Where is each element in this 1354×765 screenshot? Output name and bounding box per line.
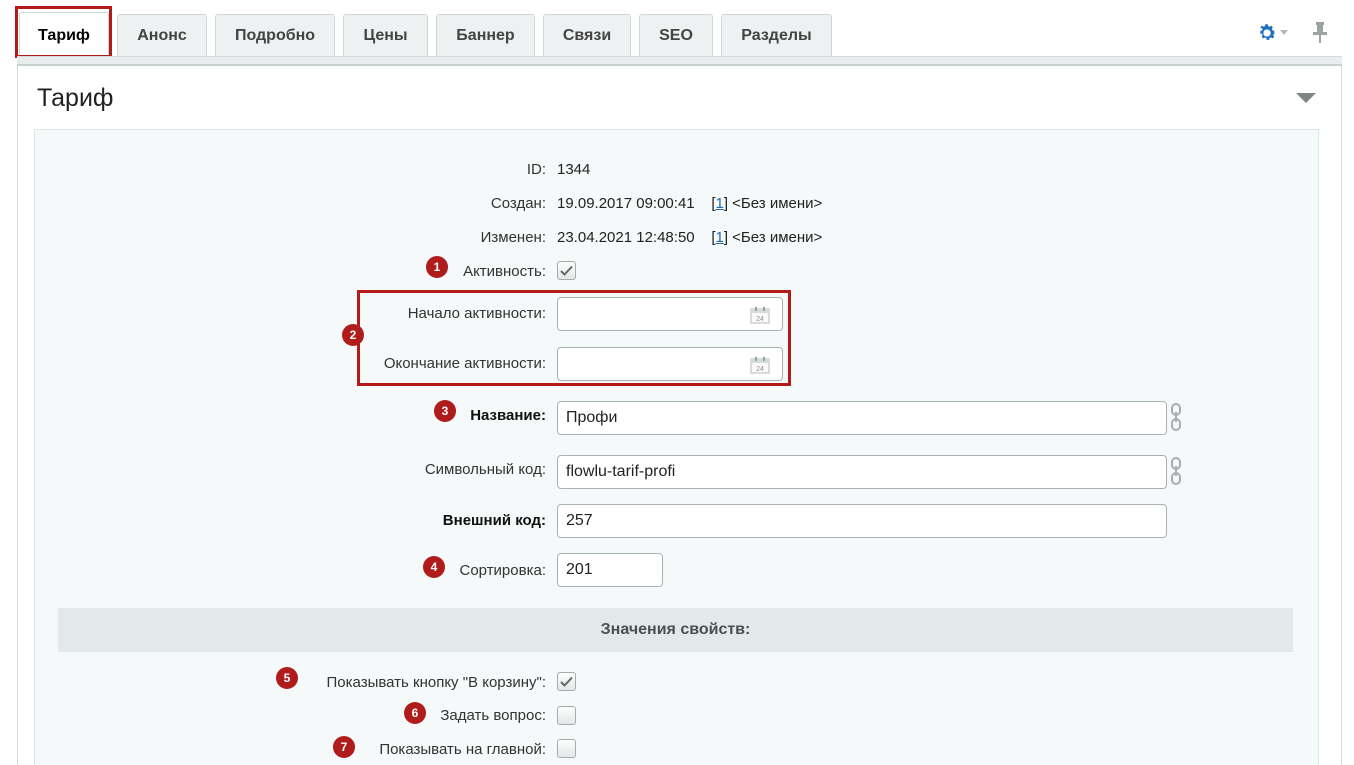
modified-user-ref: [1] bbox=[711, 229, 728, 246]
tab-bar: Тариф Анонс Подробно Цены Баннер Связи S… bbox=[0, 0, 1354, 62]
main-page-checkbox[interactable] bbox=[557, 739, 576, 758]
pin-icon[interactable] bbox=[1310, 20, 1330, 44]
triangle-down-icon[interactable] bbox=[1296, 93, 1316, 103]
modified-user-close: ] bbox=[723, 229, 728, 246]
page-title: Тариф bbox=[37, 84, 114, 112]
annotation-badge-2: 2 bbox=[342, 324, 364, 346]
tab-links[interactable]: Связи bbox=[543, 14, 631, 56]
annotation-badge-3: 3 bbox=[434, 400, 456, 422]
annotation-badge-6: 6 bbox=[404, 702, 426, 724]
checkmark-icon bbox=[560, 676, 573, 687]
active-to-input[interactable]: 24 bbox=[557, 347, 783, 381]
created-user-close: ] bbox=[723, 195, 728, 212]
created-label: Создан: bbox=[490, 195, 546, 212]
modified-date: 23.04.2021 12:48:50 bbox=[557, 229, 695, 246]
question-checkbox[interactable] bbox=[557, 706, 576, 725]
tab-prices[interactable]: Цены bbox=[343, 14, 428, 56]
checkmark-icon bbox=[560, 265, 573, 276]
annotation-badge-1: 1 bbox=[426, 256, 448, 278]
created-user-ref: [1] bbox=[711, 195, 728, 212]
id-label: ID: bbox=[526, 161, 546, 178]
gear-icon bbox=[1260, 24, 1276, 40]
properties-header: Значения свойств: bbox=[58, 608, 1293, 652]
tab-banner[interactable]: Баннер bbox=[436, 14, 535, 56]
active-checkbox[interactable] bbox=[557, 261, 576, 280]
link-icon[interactable] bbox=[1168, 402, 1184, 432]
link-icon[interactable] bbox=[1168, 456, 1184, 486]
active-from-input[interactable]: 24 bbox=[557, 297, 783, 331]
settings-button[interactable] bbox=[1256, 22, 1292, 44]
basket-label: Показывать кнопку "В корзину": bbox=[326, 674, 547, 691]
tab-details[interactable]: Подробно bbox=[215, 14, 335, 56]
tab-sections[interactable]: Разделы bbox=[721, 14, 832, 56]
code-label: Символьный код: bbox=[424, 461, 546, 478]
created-date: 19.09.2017 09:00:41 bbox=[557, 195, 695, 212]
code-input[interactable]: flowlu-tarif-profi bbox=[557, 455, 1167, 489]
question-label: Задать вопрос: bbox=[440, 707, 546, 724]
form-area bbox=[34, 129, 1319, 765]
modified-user-name: <Без имени> bbox=[732, 229, 823, 246]
created-user-link[interactable]: 1 bbox=[715, 195, 723, 212]
id-value: 1344 bbox=[557, 161, 591, 178]
calendar-icon[interactable]: 24 bbox=[750, 306, 770, 324]
calendar-day: 24 bbox=[756, 316, 764, 323]
modified-label: Изменен: bbox=[480, 229, 546, 246]
tab-seo[interactable]: SEO bbox=[639, 14, 713, 56]
tab-highlight bbox=[15, 6, 112, 58]
basket-checkbox[interactable] bbox=[557, 672, 576, 691]
chevron-down-icon bbox=[1280, 30, 1288, 35]
name-label: Название: bbox=[470, 407, 546, 424]
active-to-label: Окончание активности: bbox=[383, 355, 546, 372]
annotation-badge-4: 4 bbox=[423, 556, 445, 578]
main-page-label: Показывать на главной: bbox=[379, 741, 546, 758]
created-user-name: <Без имени> bbox=[732, 195, 823, 212]
active-label: Активность: bbox=[463, 263, 546, 280]
modified-value: 23.04.2021 12:48:50 [1] <Без имени> bbox=[557, 229, 822, 246]
sort-label: Сортировка: bbox=[459, 562, 547, 579]
modified-user-link[interactable]: 1 bbox=[715, 229, 723, 246]
created-value: 19.09.2017 09:00:41 [1] <Без имени> bbox=[557, 195, 822, 212]
external-code-label: Внешний код: bbox=[442, 512, 546, 529]
external-code-input[interactable]: 257 bbox=[557, 504, 1167, 538]
tab-announce[interactable]: Анонс bbox=[117, 14, 207, 56]
annotation-badge-5: 5 bbox=[276, 667, 298, 689]
calendar-day: 24 bbox=[756, 366, 764, 373]
annotation-badge-7: 7 bbox=[333, 736, 355, 758]
sort-input[interactable]: 201 bbox=[557, 553, 663, 587]
tab-underline bbox=[17, 56, 1342, 66]
name-input[interactable]: Профи bbox=[557, 401, 1167, 435]
calendar-icon[interactable]: 24 bbox=[750, 356, 770, 374]
active-from-label: Начало активности: bbox=[407, 305, 546, 322]
